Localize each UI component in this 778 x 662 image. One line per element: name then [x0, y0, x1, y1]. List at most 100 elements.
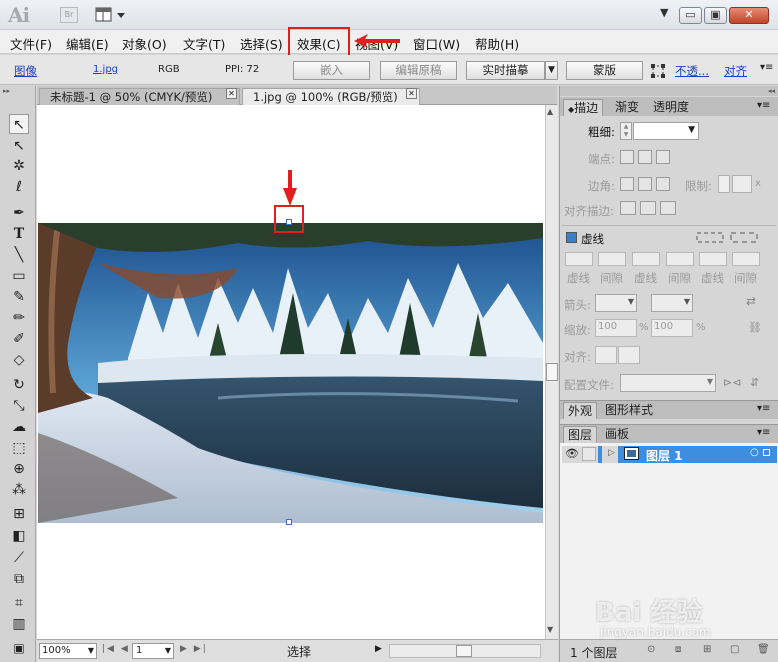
- collapse-panels-icon[interactable]: ◂◂: [560, 86, 778, 96]
- tab-gradient[interactable]: 渐变: [611, 99, 643, 116]
- rotate-tool-icon[interactable]: ↻: [9, 375, 29, 395]
- menu-window[interactable]: 窗口(W): [413, 34, 460, 53]
- winter-river-image[interactable]: [38, 223, 543, 523]
- close-button[interactable]: ✕: [729, 7, 769, 24]
- close-tab-icon[interactable]: ✕: [226, 88, 237, 99]
- workspace-menu-icon[interactable]: ▼: [660, 6, 668, 19]
- scroll-down-icon[interactable]: ▼: [547, 625, 553, 634]
- artboard-tool-icon[interactable]: ⌗: [9, 593, 29, 613]
- embed-button[interactable]: 嵌入: [293, 61, 370, 80]
- arrange-documents-button[interactable]: [95, 6, 127, 24]
- miter-join-icon[interactable]: [620, 177, 634, 191]
- filename-link[interactable]: 1.jpg: [93, 64, 118, 75]
- scroll-up-icon[interactable]: ▲: [547, 107, 553, 116]
- close-tab-icon[interactable]: ✕: [406, 88, 417, 99]
- arrow-place-icon[interactable]: [618, 346, 640, 364]
- bridge-button[interactable]: Br: [60, 7, 78, 23]
- vertical-scrollbar[interactable]: ▲ ▼: [545, 105, 558, 639]
- layer-row[interactable]: 👁 ▷ 图层 1 ○: [562, 446, 777, 463]
- expand-triangle-icon[interactable]: ▷: [608, 448, 615, 458]
- dash-preserve-icon[interactable]: [730, 232, 760, 244]
- scroll-thumb[interactable]: [546, 363, 558, 381]
- mask-button[interactable]: 蒙版: [566, 61, 643, 80]
- menu-help[interactable]: 帮助(H): [475, 34, 519, 53]
- dash-align-corners-icon[interactable]: [696, 232, 726, 244]
- transform-icon[interactable]: [651, 64, 665, 78]
- rectangle-tool-icon[interactable]: ▭: [9, 266, 29, 286]
- eyedropper-tool-icon[interactable]: ⟋: [9, 548, 29, 568]
- make-clipping-mask-icon[interactable]: ⧈: [675, 644, 681, 655]
- dash-input-1[interactable]: [565, 252, 593, 266]
- paintbrush-tool-icon[interactable]: ✎: [9, 287, 29, 307]
- tab-1-jpg[interactable]: 1.jpg @ 100% (RGB/预览): [242, 88, 420, 105]
- artboard-canvas[interactable]: [37, 105, 545, 639]
- direct-selection-tool-icon[interactable]: ↖: [9, 136, 29, 156]
- weight-input[interactable]: ▼: [633, 122, 699, 140]
- page-select[interactable]: 1 ▼: [132, 643, 174, 659]
- restore-button[interactable]: ▣: [704, 7, 727, 24]
- warp-tool-icon[interactable]: ☁: [9, 417, 29, 437]
- live-trace-button[interactable]: 实时描摹: [466, 61, 545, 80]
- gap-input-3[interactable]: [732, 252, 760, 266]
- align-outside-icon[interactable]: [660, 201, 676, 215]
- selection-handle-bottom[interactable]: [286, 519, 292, 525]
- lock-toggle[interactable]: [582, 447, 596, 461]
- end-arrowhead-select[interactable]: ▼: [651, 294, 693, 312]
- align-center-icon[interactable]: [620, 201, 636, 215]
- collapse-tools-icon[interactable]: ▸▸: [3, 88, 33, 95]
- scale-tool-icon[interactable]: ⤡: [9, 396, 29, 416]
- align-inside-icon[interactable]: [640, 201, 656, 215]
- column-graph-tool-icon[interactable]: ▥: [9, 614, 29, 634]
- live-trace-dropdown[interactable]: ▼: [545, 61, 558, 80]
- gradient-tool-icon[interactable]: ◧: [9, 526, 29, 546]
- profile-select[interactable]: ▼: [620, 374, 716, 392]
- symbol-sprayer-tool-icon[interactable]: ⁂: [9, 480, 29, 500]
- pen-tool-icon[interactable]: ✒: [9, 203, 29, 223]
- dash-input-2[interactable]: [632, 252, 660, 266]
- object-type-link[interactable]: 图像: [14, 63, 37, 79]
- control-bar-menu-icon[interactable]: ▾≡: [760, 62, 773, 73]
- weight-stepper[interactable]: ▲ ▼: [620, 122, 632, 140]
- type-tool-icon[interactable]: T: [9, 224, 29, 244]
- tab-graphic-styles[interactable]: 图形样式: [601, 402, 657, 419]
- new-sublayer-icon[interactable]: ⊞: [703, 644, 711, 655]
- opacity-link[interactable]: 不透...: [675, 63, 709, 79]
- edit-original-button[interactable]: 编辑原稿: [380, 61, 457, 80]
- flip-along-icon[interactable]: ⇵: [750, 376, 759, 389]
- status-menu-icon[interactable]: ▶: [375, 644, 382, 654]
- panel-menu-icon[interactable]: ▾≡: [757, 427, 770, 438]
- blob-brush-tool-icon[interactable]: ✐: [9, 329, 29, 349]
- scroll-thumb[interactable]: [456, 645, 472, 657]
- menu-select[interactable]: 选择(S): [240, 34, 283, 53]
- menu-file[interactable]: 文件(F): [10, 34, 52, 53]
- start-arrowhead-select[interactable]: ▼: [595, 294, 637, 312]
- minimize-button[interactable]: ▭: [679, 7, 702, 24]
- tab-transparency[interactable]: 透明度: [649, 99, 693, 116]
- layer-name[interactable]: 图层 1: [646, 447, 683, 464]
- locate-object-icon[interactable]: ⊙: [647, 644, 655, 655]
- menu-object[interactable]: 对象(O): [122, 34, 167, 53]
- end-scale-input[interactable]: 100: [651, 319, 693, 337]
- horizontal-scrollbar[interactable]: [389, 644, 541, 658]
- shape-builder-tool-icon[interactable]: ⊕: [9, 459, 29, 479]
- link-scale-icon[interactable]: ⛓: [748, 321, 762, 334]
- page-next-last-icons[interactable]: ▶ ▶|: [180, 644, 208, 654]
- start-scale-input[interactable]: 100: [595, 319, 637, 337]
- tab-appearance[interactable]: 外观: [563, 402, 598, 419]
- swap-arrowheads-icon[interactable]: ⇄: [746, 294, 756, 308]
- visibility-eye-icon[interactable]: 👁: [565, 447, 579, 460]
- limit-input[interactable]: [732, 175, 752, 193]
- selection-tool-icon[interactable]: ↖: [9, 114, 29, 134]
- blend-tool-icon[interactable]: ⧉: [9, 569, 29, 589]
- tab-untitled-1[interactable]: 未标题-1 @ 50% (CMYK/预览): [39, 88, 240, 105]
- round-join-icon[interactable]: [638, 177, 652, 191]
- page-first-prev-icons[interactable]: |◀ ◀: [102, 644, 130, 654]
- menu-edit[interactable]: 编辑(E): [66, 34, 109, 53]
- dashed-line-checkbox[interactable]: [566, 232, 577, 243]
- menu-type[interactable]: 文字(T): [183, 34, 225, 53]
- tab-layers[interactable]: 图层: [563, 426, 598, 443]
- limit-stepper[interactable]: [718, 175, 730, 193]
- bevel-join-icon[interactable]: [656, 177, 670, 191]
- selection-indicator[interactable]: [763, 449, 770, 456]
- screen-mode-icon[interactable]: ▣: [9, 638, 29, 658]
